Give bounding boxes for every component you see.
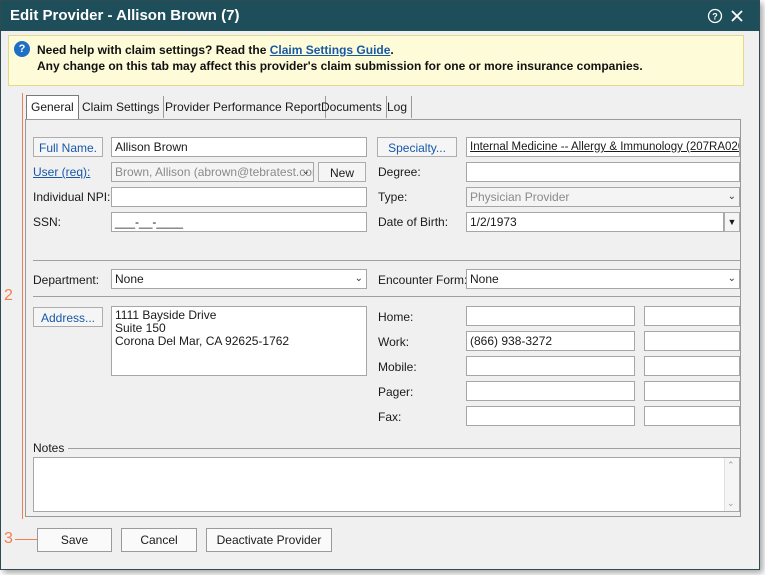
mobile-phone-field[interactable] <box>466 356 635 376</box>
chevron-down-icon: ⌄ <box>354 273 363 284</box>
home-phone-field[interactable] <box>466 306 635 326</box>
dob-field[interactable]: 1/2/1973 <box>466 212 724 232</box>
cancel-button[interactable]: Cancel <box>121 528 197 552</box>
ssn-label: SSN: <box>33 215 62 229</box>
type-select[interactable]: Physician Provider ⌄ <box>466 187 740 207</box>
full-name-button[interactable]: Full Name. <box>33 137 103 157</box>
specialty-field[interactable]: Internal Medicine -- Allergy & Immunolog… <box>466 137 740 157</box>
banner-line-2: Any change on this tab may affect this p… <box>37 59 643 73</box>
home-label: Home: <box>378 310 414 324</box>
fax-label: Fax: <box>378 410 402 424</box>
type-label: Type: <box>378 190 408 204</box>
question-icon: ? <box>14 41 30 57</box>
department-label: Department: <box>33 273 100 287</box>
home-ext-field[interactable] <box>644 306 740 326</box>
window-title: Edit Provider - Allison Brown (7) <box>10 7 240 24</box>
chevron-down-icon[interactable]: ⌄ <box>727 497 735 510</box>
pager-label: Pager: <box>378 385 414 399</box>
new-user-button[interactable]: New <box>318 162 366 182</box>
tab-documents[interactable]: Documents <box>317 96 387 118</box>
specialty-button[interactable]: Specialty... <box>377 137 457 157</box>
chevron-down-icon: ⌄ <box>727 273 736 284</box>
divider <box>33 296 740 297</box>
tab-general[interactable]: General <box>26 95 79 119</box>
tab-claim-settings[interactable]: Claim Settings <box>78 96 165 118</box>
user-select-value: Brown, Allison (abrown@tebratest.com <box>115 165 314 179</box>
encounter-form-select-value: None <box>470 272 499 286</box>
edit-provider-window: Edit Provider - Allison Brown (7) ? ? Ne… <box>0 0 760 570</box>
work-phone-field[interactable]: (866) 938-3272 <box>466 331 635 351</box>
notes-scrollbar[interactable]: ⌃ ⌄ <box>724 458 739 511</box>
work-label: Work: <box>378 335 410 349</box>
chevron-down-icon: ⌄ <box>301 166 310 177</box>
fax-ext-field[interactable] <box>644 406 740 426</box>
annotation-marker-3: 3 <box>4 530 13 547</box>
degree-label: Degree: <box>378 165 421 179</box>
tab-provider-performance-report[interactable]: Provider Performance Report <box>161 96 327 118</box>
save-button[interactable]: Save <box>37 528 112 552</box>
pager-ext-field[interactable] <box>644 381 740 401</box>
mobile-label: Mobile: <box>378 360 417 374</box>
claim-settings-guide-link[interactable]: Claim Settings Guide <box>270 43 391 57</box>
chevron-up-icon[interactable]: ⌃ <box>727 459 735 472</box>
type-select-value: Physician Provider <box>470 190 570 204</box>
user-label[interactable]: User (req): <box>33 165 90 179</box>
dob-dropdown-button[interactable]: ▼ <box>724 212 740 232</box>
department-select-value: None <box>115 272 144 286</box>
address-field[interactable]: 1111 Bayside Drive Suite 150 Corona Del … <box>111 306 367 376</box>
ssn-field[interactable]: ___-__-____ <box>111 212 367 232</box>
individual-npi-label: Individual NPI: <box>33 190 111 204</box>
title-bar: Edit Provider - Allison Brown (7) ? <box>1 1 759 31</box>
tab-log[interactable]: Log <box>383 96 413 118</box>
annotation-bracket <box>22 93 23 519</box>
divider <box>68 448 740 449</box>
individual-npi-field[interactable] <box>111 187 367 207</box>
chevron-down-icon: ⌄ <box>727 191 736 202</box>
help-banner: ? Need help with claim settings? Read th… <box>8 35 744 86</box>
annotation-marker-2: 2 <box>4 287 13 304</box>
work-ext-field[interactable] <box>644 331 740 351</box>
mobile-ext-field[interactable] <box>644 356 740 376</box>
degree-field[interactable] <box>466 162 740 182</box>
address-button[interactable]: Address... <box>33 307 103 327</box>
banner-line-1: Need help with claim settings? Read the … <box>37 43 394 57</box>
banner-text-prefix: Need help with claim settings? Read the <box>37 43 270 57</box>
full-name-field[interactable]: Allison Brown <box>111 137 367 157</box>
pager-field[interactable] <box>466 381 635 401</box>
notes-label: Notes <box>33 441 65 455</box>
annotation-line <box>15 539 37 540</box>
department-select[interactable]: None ⌄ <box>111 269 367 289</box>
divider <box>33 260 740 261</box>
encounter-form-select[interactable]: None ⌄ <box>466 269 740 289</box>
help-circle-icon[interactable]: ? <box>707 8 723 24</box>
general-tab-panel: Full Name. Allison Brown User (req): Bro… <box>25 119 741 517</box>
deactivate-provider-button[interactable]: Deactivate Provider <box>206 528 332 552</box>
encounter-form-label: Encounter Form: <box>378 273 468 287</box>
dob-label: Date of Birth: <box>378 215 449 229</box>
notes-field[interactable]: ⌃ ⌄ <box>33 457 740 512</box>
banner-text-suffix: . <box>390 43 394 57</box>
fax-field[interactable] <box>466 406 635 426</box>
close-icon[interactable] <box>729 8 745 24</box>
svg-text:?: ? <box>712 12 718 22</box>
user-select[interactable]: Brown, Allison (abrown@tebratest.com ⌄ <box>111 162 314 182</box>
